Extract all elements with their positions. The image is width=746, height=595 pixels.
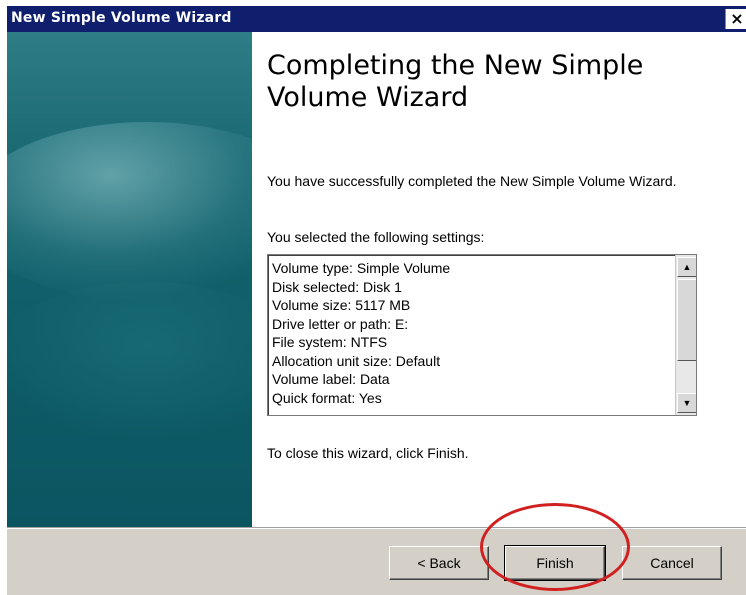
banner-sheen — [7, 122, 252, 302]
banner-sheen-lower — [7, 282, 252, 442]
footer-divider — [7, 528, 746, 529]
setting-file-system: File system: NTFS — [272, 334, 388, 350]
wizard-banner-image — [7, 32, 252, 527]
close-instruction: To close this wizard, click Finish. — [267, 445, 469, 461]
setting-volume-size: Volume size: 5117 MB — [272, 297, 411, 313]
cancel-button[interactable]: Cancel — [622, 546, 722, 580]
setting-allocation-unit: Allocation unit size: Default — [272, 352, 441, 369]
setting-volume-type: Volume type: Simple Volume — [272, 260, 451, 276]
settings-intro: You selected the following settings: — [267, 229, 485, 245]
back-button[interactable]: < Back — [389, 546, 489, 580]
setting-quick-format: Quick format: Yes — [272, 389, 382, 406]
scroll-down-button[interactable]: ▼ — [677, 393, 696, 413]
close-icon: × — [730, 9, 744, 28]
finish-highlight-annotation — [480, 503, 630, 591]
page-title: Completing the New Simple Volume Wizard — [267, 50, 644, 113]
settings-list: Volume type: Simple Volume Disk selected… — [272, 259, 668, 407]
window-title: New Simple Volume Wizard — [11, 10, 232, 26]
button-bar: < Back Finish Cancel — [7, 527, 746, 595]
wizard-window: New Simple Volume Wizard × Completing th… — [0, 0, 746, 595]
scroll-up-button[interactable]: ▲ — [677, 257, 696, 277]
settings-summary-box[interactable]: Volume type: Simple Volume Disk selected… — [267, 254, 697, 416]
title-bar[interactable]: New Simple Volume Wizard × — [7, 6, 746, 32]
success-message: You have successfully completed the New … — [267, 173, 677, 189]
setting-drive-letter: Drive letter or path: E: — [272, 315, 409, 332]
close-button[interactable]: × — [725, 9, 746, 29]
settings-scrollbar[interactable]: ▲ ▼ — [675, 255, 696, 415]
arrow-down-icon: ▼ — [682, 398, 692, 408]
setting-disk-selected: Disk selected: Disk 1 — [272, 278, 402, 295]
arrow-up-icon: ▲ — [682, 262, 692, 272]
scroll-thumb[interactable] — [677, 279, 696, 361]
wizard-content: Completing the New Simple Volume Wizard … — [252, 32, 746, 527]
setting-volume-label: Volume label: Data — [272, 371, 390, 387]
